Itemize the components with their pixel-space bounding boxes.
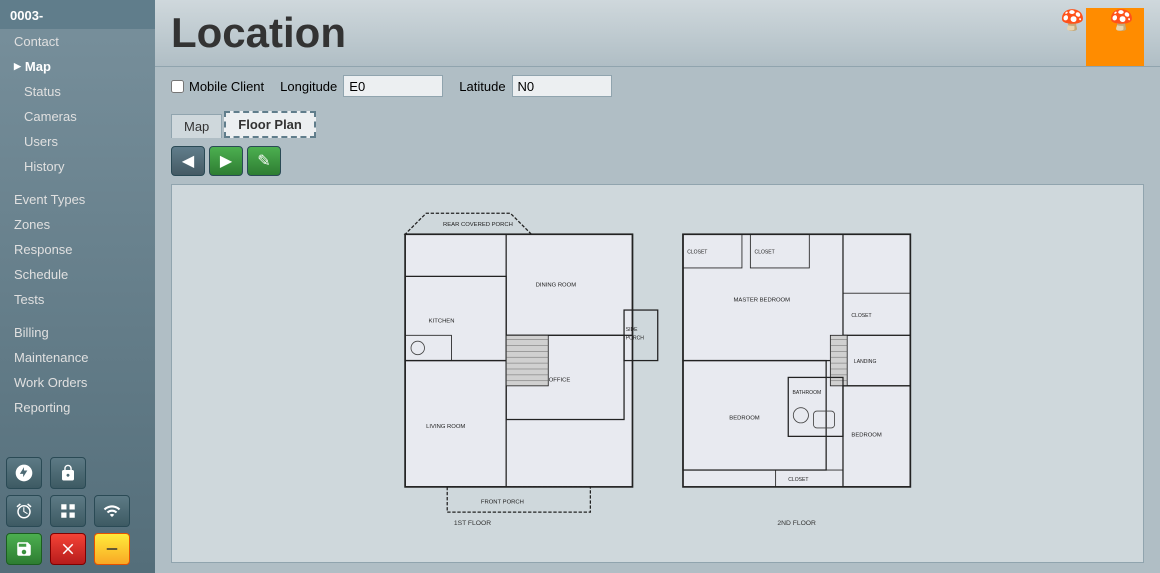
- svg-text:CLOSET: CLOSET: [687, 249, 707, 255]
- lock-icon-btn[interactable]: [50, 457, 86, 489]
- edit-button[interactable]: ✎: [247, 146, 281, 176]
- sidebar-item-response[interactable]: Response: [0, 237, 155, 262]
- sidebar-item-status[interactable]: Status: [0, 79, 155, 104]
- icon-row-2: [6, 495, 149, 527]
- alarm-icon-btn[interactable]: [6, 495, 42, 527]
- sidebar-item-cameras[interactable]: Cameras: [0, 104, 155, 129]
- wifi-icon-btn[interactable]: [6, 457, 42, 489]
- back-button[interactable]: ◀: [171, 146, 205, 176]
- svg-text:LIVING ROOM: LIVING ROOM: [426, 424, 465, 430]
- sidebar-item-billing[interactable]: Billing: [0, 320, 155, 345]
- longitude-group: Longitude: [280, 75, 443, 97]
- floor-plan-svg: REAR COVERED PORCH KITCHEN DINING ROOM S…: [363, 209, 952, 529]
- sidebar-item-work-orders[interactable]: Work Orders: [0, 370, 155, 395]
- main-content: Location 🍄 🍄 Mobile Client Longitude Lat…: [155, 0, 1160, 573]
- page-title: Location: [171, 10, 1144, 56]
- svg-text:DINING ROOM: DINING ROOM: [535, 282, 576, 288]
- svg-text:MASTER BEDROOM: MASTER BEDROOM: [733, 297, 790, 303]
- sidebar-item-contact[interactable]: Contact: [0, 29, 155, 54]
- svg-text:2ND FLOOR: 2ND FLOOR: [777, 519, 816, 526]
- floor-plan-display: REAR COVERED PORCH KITCHEN DINING ROOM S…: [171, 184, 1144, 563]
- save-icon-btn[interactable]: [6, 533, 42, 565]
- sidebar-item-event-types[interactable]: Event Types: [0, 187, 155, 212]
- svg-text:PORCH: PORCH: [626, 335, 645, 341]
- tab-bar: Map Floor Plan: [171, 111, 1144, 138]
- floor-plan-toolbar: ◀ ▶ ✎: [171, 146, 1144, 176]
- icon-row-3: [6, 533, 149, 565]
- latitude-label: Latitude: [459, 79, 505, 94]
- controls-row: Mobile Client Longitude Latitude: [155, 67, 1160, 105]
- sidebar-item-tests[interactable]: Tests: [0, 287, 155, 312]
- forward-button[interactable]: ▶: [209, 146, 243, 176]
- sidebar: 0003- Contact Map Status Cameras Users H…: [0, 0, 155, 573]
- sidebar-item-maintenance[interactable]: Maintenance: [0, 345, 155, 370]
- svg-text:CLOSET: CLOSET: [851, 312, 871, 318]
- minus-icon-btn[interactable]: [94, 533, 130, 565]
- mobile-client-checkbox[interactable]: [171, 80, 184, 93]
- sidebar-item-users[interactable]: Users: [0, 129, 155, 154]
- sidebar-item-history[interactable]: History: [0, 154, 155, 179]
- svg-text:CLOSET: CLOSET: [788, 477, 808, 483]
- svg-text:1ST FLOOR: 1ST FLOOR: [454, 519, 491, 526]
- svg-text:CLOSET: CLOSET: [754, 249, 774, 255]
- mobile-client-label[interactable]: Mobile Client: [171, 79, 264, 94]
- svg-text:BATHROOM: BATHROOM: [792, 390, 821, 396]
- svg-text:SIDE: SIDE: [626, 327, 638, 333]
- signal-icon-btn[interactable]: [94, 495, 130, 527]
- icon-row-1: [6, 457, 149, 489]
- svg-text:KITCHEN: KITCHEN: [428, 318, 454, 324]
- longitude-input[interactable]: [343, 75, 443, 97]
- page-header: Location 🍄 🍄: [155, 0, 1160, 67]
- sidebar-item-reporting[interactable]: Reporting: [0, 395, 155, 420]
- longitude-label: Longitude: [280, 79, 337, 94]
- sidebar-item-map[interactable]: Map: [0, 54, 155, 79]
- tab-map[interactable]: Map: [171, 114, 222, 138]
- svg-text:LANDING: LANDING: [854, 359, 877, 365]
- svg-text:BEDROOM: BEDROOM: [851, 432, 881, 438]
- latitude-input[interactable]: [512, 75, 612, 97]
- sidebar-item-zones[interactable]: Zones: [0, 212, 155, 237]
- svg-text:REAR COVERED PORCH: REAR COVERED PORCH: [443, 221, 513, 227]
- cancel-icon-btn[interactable]: [50, 533, 86, 565]
- tab-floor-plan[interactable]: Floor Plan: [224, 111, 316, 138]
- mobile-client-text: Mobile Client: [189, 79, 264, 94]
- sidebar-item-schedule[interactable]: Schedule: [0, 262, 155, 287]
- bottom-icons: [0, 449, 155, 573]
- account-id: 0003-: [0, 0, 155, 29]
- svg-text:BEDROOM: BEDROOM: [729, 415, 759, 421]
- latitude-group: Latitude: [459, 75, 611, 97]
- grid-icon-btn[interactable]: [50, 495, 86, 527]
- content-area: Map Floor Plan ◀ ▶ ✎ REAR COVERED PORCH …: [155, 105, 1160, 573]
- mushroom-icon-left: 🍄: [1060, 8, 1085, 33]
- mushroom-icon-right: 🍄: [1109, 8, 1134, 33]
- svg-text:FRONT PORCH: FRONT PORCH: [481, 499, 524, 505]
